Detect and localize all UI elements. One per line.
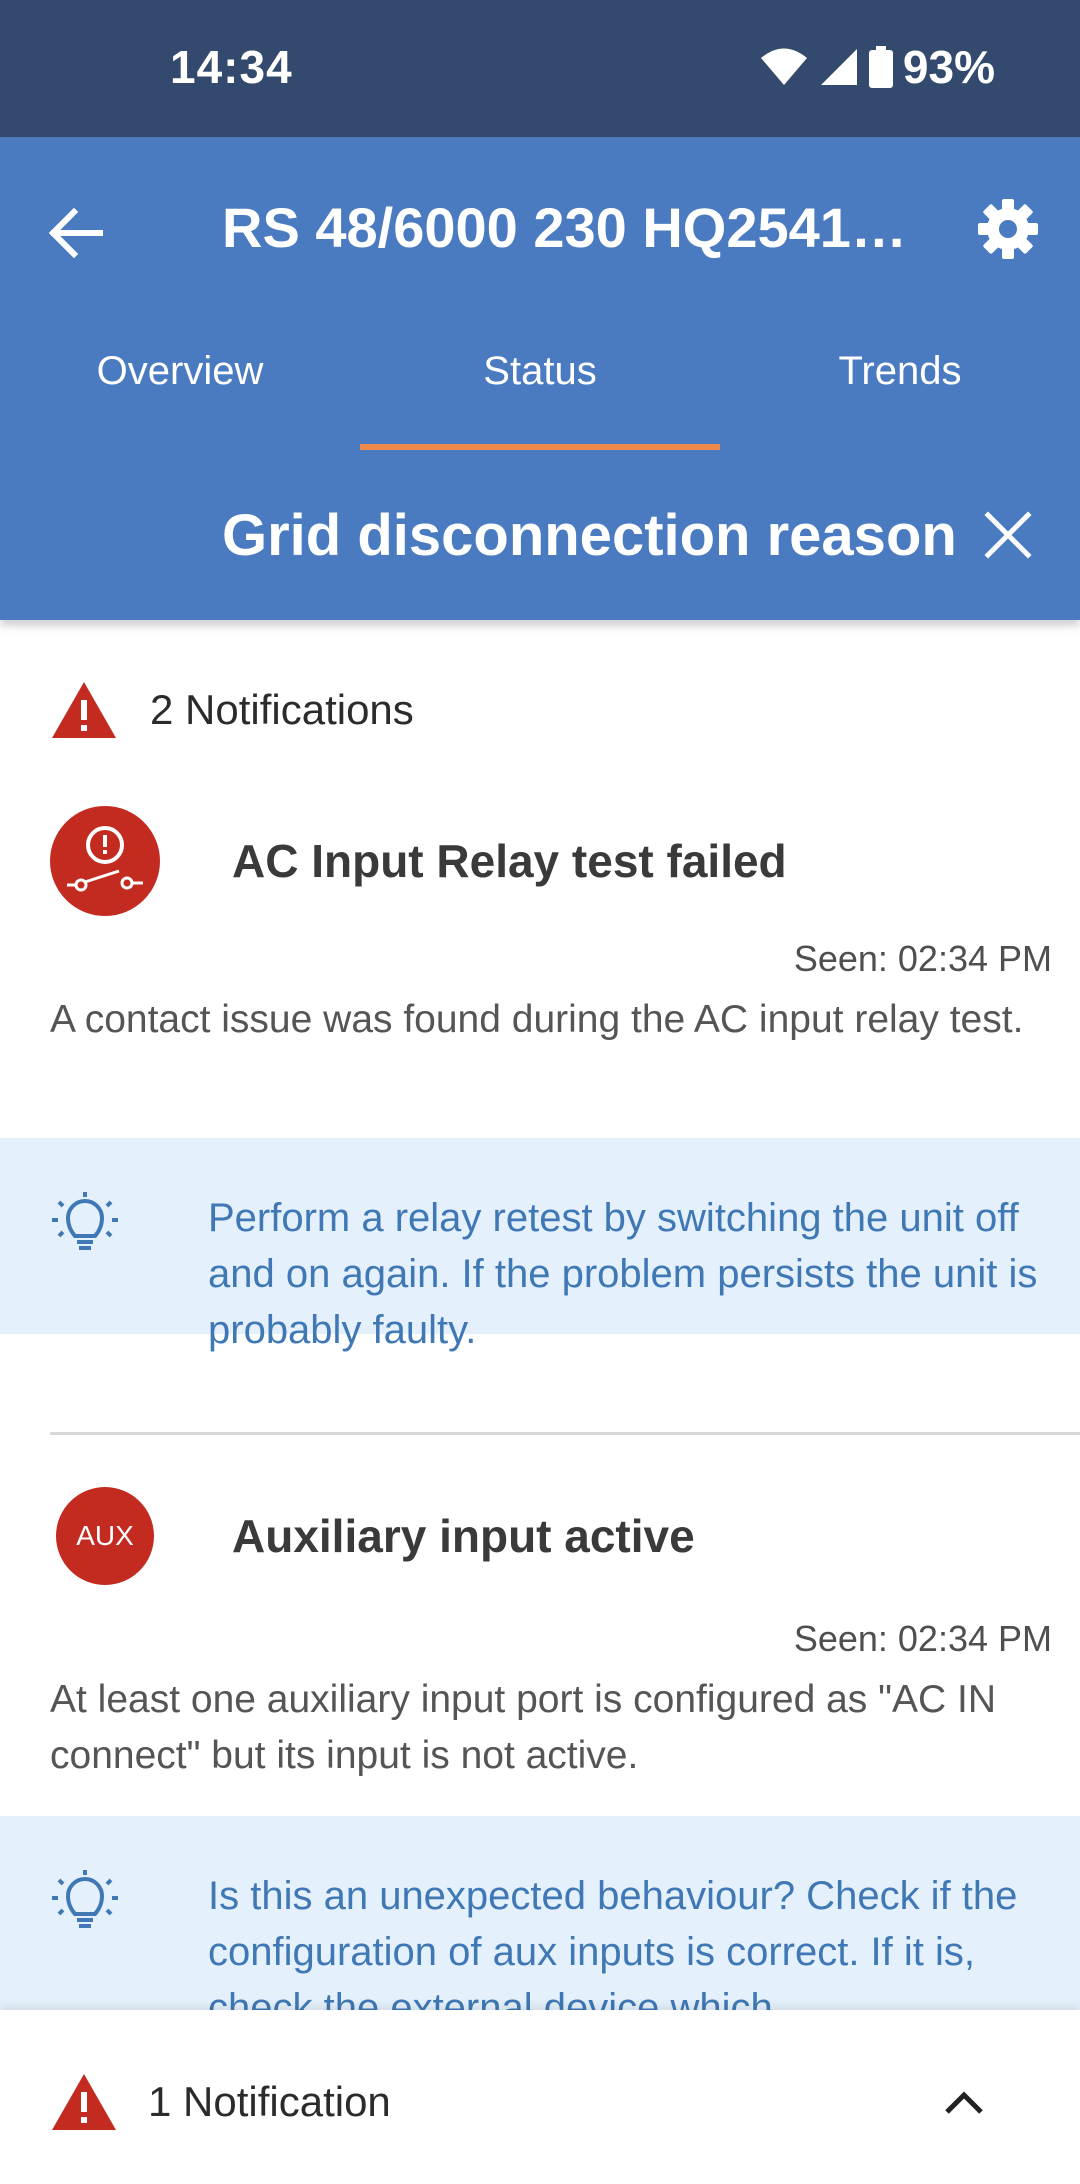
status-time: 14:34 — [170, 41, 293, 93]
tab-bar: Overview Status Trends — [0, 337, 1080, 450]
arrow-left-icon — [48, 208, 103, 258]
notification-tip: Is this an unexpected behaviour? Check i… — [0, 1816, 1080, 2010]
tab-label: Trends — [838, 349, 962, 393]
notification-description: A contact issue was found during the AC … — [50, 998, 1024, 1041]
notification-title-row[interactable]: AC Input Relay test failed — [50, 806, 787, 916]
bottom-notification-label: 1 Notification — [148, 2078, 391, 2125]
banner-title: Grid disconnection reason — [222, 503, 957, 568]
tip-text: Is this an unexpected behaviour? Check i… — [208, 1874, 1018, 2010]
signal-icon — [819, 47, 859, 87]
lightbulb-icon — [52, 1870, 118, 1928]
notification-divider — [50, 1432, 1080, 1435]
tab-trends[interactable]: Trends — [720, 337, 1080, 450]
status-icons: 93% — [759, 40, 995, 94]
battery-percent: 93% — [902, 41, 995, 93]
battery-icon — [868, 46, 893, 88]
notification-title-row[interactable]: AUX Auxiliary input active — [50, 1487, 695, 1585]
tip-text: Perform a relay retest by switching the … — [208, 1196, 1038, 1352]
notification-tip: Perform a relay retest by switching the … — [0, 1138, 1080, 1352]
tab-label: Overview — [96, 349, 264, 393]
notification-seen-time: Seen: 02:34 PM — [793, 1618, 1052, 1659]
warning-triangle-icon — [52, 2074, 116, 2130]
notifications-count: 2 Notifications — [150, 686, 414, 733]
notifications-list[interactable]: 2 Notifications AC Input Relay test fail… — [0, 620, 1080, 2010]
aux-icon: AUX — [56, 1487, 154, 1585]
gear-icon — [978, 199, 1038, 259]
chevron-up-icon — [945, 2091, 983, 2114]
settings-button[interactable] — [972, 193, 1044, 265]
notification-description: At least one auxiliary input port is con… — [50, 1678, 996, 1777]
wifi-icon — [759, 47, 809, 87]
disconnection-banner: Grid disconnection reason — [0, 450, 1080, 620]
app-bar: RS 48/6000 230 HQ2541… Overview Status T… — [0, 137, 1080, 450]
close-icon — [984, 511, 1032, 559]
close-banner-button[interactable] — [978, 500, 1038, 570]
tab-label: Status — [483, 349, 597, 393]
warning-triangle-icon — [52, 682, 116, 738]
notification-seen-time: Seen: 02:34 PM — [793, 938, 1052, 979]
tab-overview[interactable]: Overview — [0, 337, 360, 450]
status-bar: 14:34 93% — [0, 0, 1080, 137]
device-title: RS 48/6000 230 HQ2541… — [222, 196, 907, 259]
notification-title: AC Input Relay test failed — [232, 835, 787, 887]
expand-button[interactable] — [934, 2072, 994, 2132]
screen: 14:34 93% RS 48/6000 230 HQ2541… Overvie… — [0, 0, 1080, 2184]
notification-title: Auxiliary input active — [232, 1510, 695, 1562]
notifications-header: 2 Notifications — [50, 680, 414, 740]
back-button[interactable] — [40, 197, 112, 269]
relay-alert-icon — [50, 806, 160, 916]
bottom-notification-bar[interactable]: 1 Notification — [0, 2010, 1080, 2184]
tab-status[interactable]: Status — [360, 337, 720, 450]
lightbulb-icon — [52, 1192, 118, 1250]
